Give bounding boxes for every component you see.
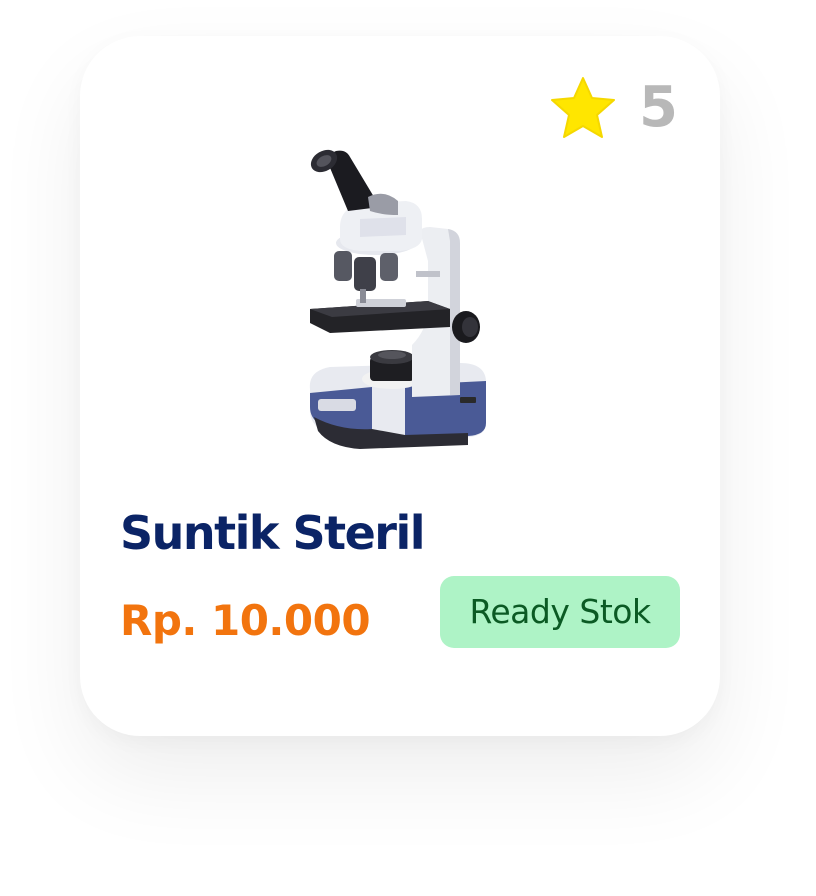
product-card[interactable]: 5 Suntik Steril Rp. 10.000 Ready Stok: [80, 36, 720, 736]
page: 5 Suntik Steril Rp. 10.000 Ready Stok: [0, 0, 816, 896]
product-name: Suntik Steril: [120, 506, 426, 560]
rating-value: 5: [639, 75, 678, 140]
product-price: Rp. 10.000: [120, 596, 371, 645]
microscope-image: [309, 149, 486, 449]
rating: 5: [549, 76, 678, 140]
star-icon: [551, 77, 616, 138]
stock-status-badge: Ready Stok: [440, 576, 680, 648]
